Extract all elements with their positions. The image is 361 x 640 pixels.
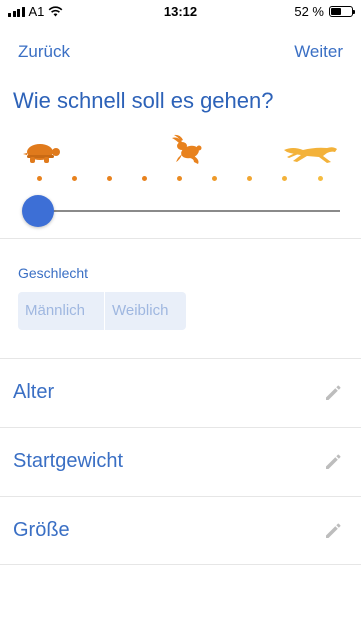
row-groesse[interactable]: Größe [0,497,361,566]
speed-dot [212,176,218,181]
turtle-icon [23,144,60,163]
speed-dot [177,176,182,181]
back-button[interactable]: Zurück [18,42,70,62]
rabbit-icon [172,134,202,164]
pencil-icon[interactable] [323,521,343,541]
battery-fill [331,8,342,15]
cheetah-icon [284,147,337,163]
speed-dot [141,176,147,181]
speed-icons [0,134,361,168]
pencil-icon[interactable] [323,452,343,472]
gender-option-female[interactable]: Weiblich [104,292,186,330]
next-button[interactable]: Weiter [294,42,343,62]
battery-percent: 52 % [294,4,324,19]
speed-dots [0,176,361,186]
page-title: Wie schnell soll es gehen? [13,88,274,113]
row-startgewicht[interactable]: Startgewicht [0,428,361,497]
navigation-bar: Zurück Weiter [0,40,361,66]
speed-dot [36,176,42,181]
slider-track [35,210,340,212]
status-right: 52 % [294,4,355,19]
row-label: Alter [13,381,55,403]
speed-dot [247,176,253,181]
row-label: Größe [13,519,70,541]
row-label: Startgewicht [13,450,124,472]
speed-dot [282,176,288,181]
slider-thumb[interactable] [22,195,54,227]
status-bar: A1 13:12 52 % [0,0,361,22]
pencil-icon[interactable] [323,383,343,403]
speed-dot [71,176,77,181]
gender-segmented-control[interactable]: Männlich Weiblich [18,292,186,330]
battery-icon [329,6,355,17]
speed-slider[interactable] [20,195,340,229]
gender-option-male[interactable]: Männlich [18,292,104,330]
speed-dot [317,176,323,181]
row-alter[interactable]: Alter [0,359,361,428]
speed-dot [106,176,112,181]
divider [0,238,361,239]
divider [0,564,361,565]
gender-label: Geschlecht [18,265,89,281]
